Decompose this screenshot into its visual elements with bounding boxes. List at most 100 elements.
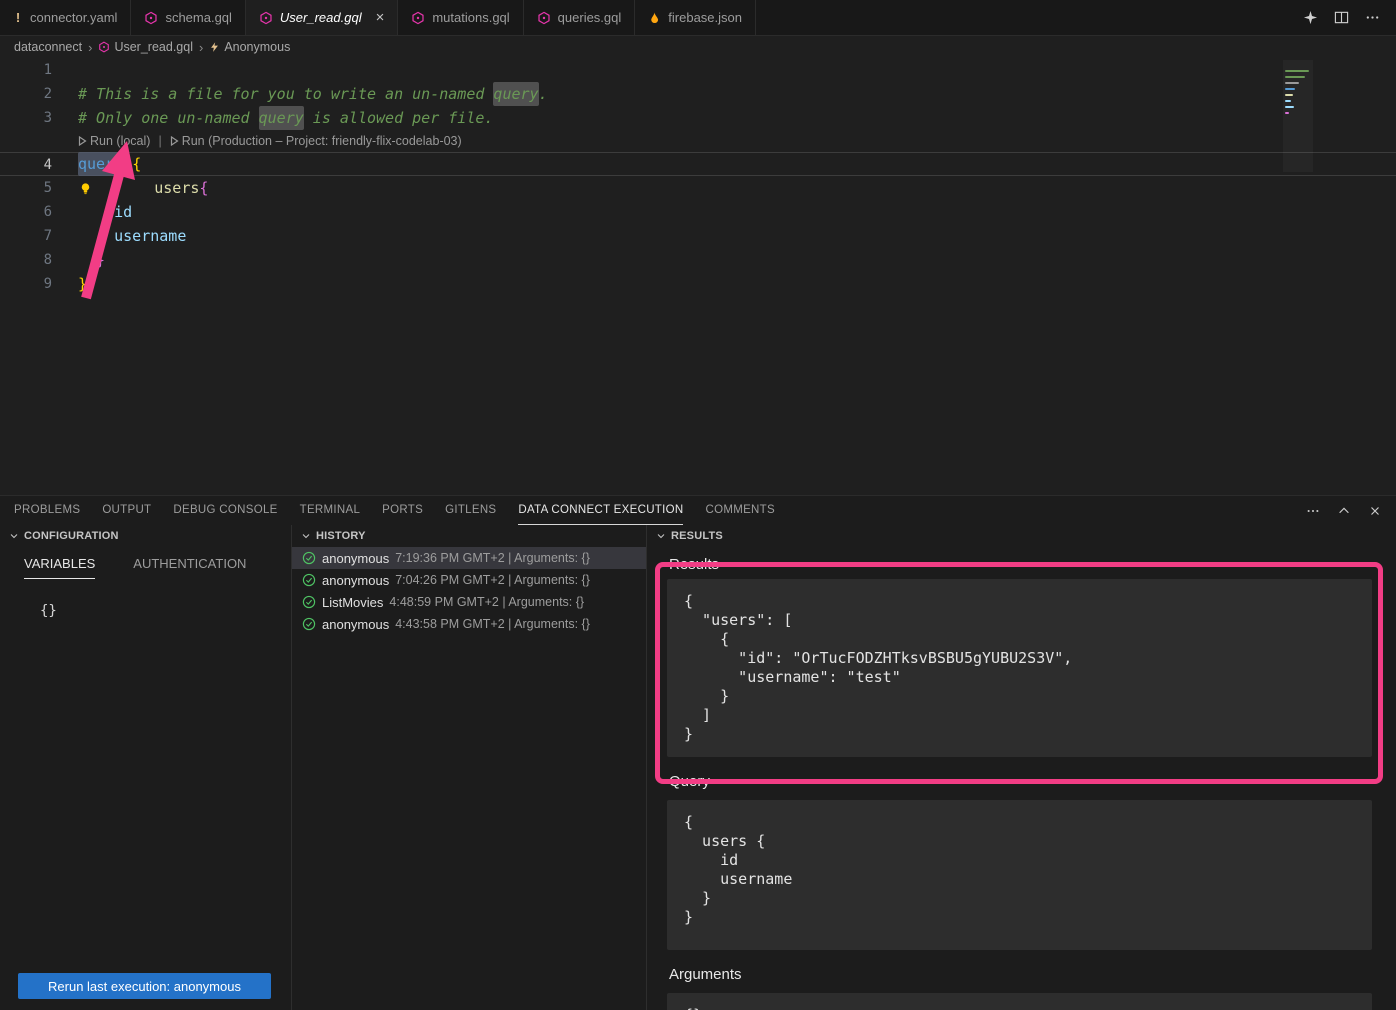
history-item-meta: 7:19:36 PM GMT+2 | Arguments: {} bbox=[395, 551, 590, 565]
tab-label: User_read.gql bbox=[280, 10, 362, 25]
history-item-name: anonymous bbox=[322, 573, 389, 588]
tab-firebase-json[interactable]: firebase.json bbox=[635, 0, 756, 35]
panel-tab-debug-console[interactable]: DEBUG CONSOLE bbox=[173, 496, 277, 525]
tab-variables[interactable]: VARIABLES bbox=[24, 551, 95, 579]
configuration-subtabs: VARIABLES AUTHENTICATION bbox=[0, 551, 291, 579]
history-item[interactable]: anonymous 7:19:36 PM GMT+2 | Arguments: … bbox=[292, 547, 646, 569]
run-icon bbox=[170, 136, 179, 146]
code-editor[interactable]: 1 2 # This is a file for you to write an… bbox=[0, 58, 1396, 495]
line-number: 2 bbox=[0, 82, 52, 106]
comment-text: is allowed per file. bbox=[304, 106, 494, 130]
panel-tab-output[interactable]: OUTPUT bbox=[102, 496, 151, 525]
run-production-label: Run (Production – Project: friendly-flix… bbox=[182, 130, 462, 152]
highlighted-word: query bbox=[259, 106, 304, 130]
configuration-header[interactable]: CONFIGURATION bbox=[0, 525, 291, 547]
chevron-down-icon bbox=[8, 530, 20, 542]
code-line-8: 8 } bbox=[0, 248, 1396, 272]
comment-text: # Only one un-named bbox=[78, 106, 259, 130]
chevron-down-icon bbox=[655, 530, 667, 542]
tab-schema-gql[interactable]: schema.gql bbox=[131, 0, 245, 35]
history-item-name: anonymous bbox=[322, 551, 389, 566]
breadcrumb-symbol-label: Anonymous bbox=[224, 40, 290, 54]
line-number: 3 bbox=[0, 106, 52, 130]
panel-tab-terminal[interactable]: TERMINAL bbox=[300, 496, 361, 525]
arguments-label: Arguments bbox=[669, 966, 1396, 983]
breadcrumb-separator: › bbox=[88, 40, 92, 55]
results-section: RESULTS Results { "users": [ { "id": "Or… bbox=[647, 525, 1396, 1010]
history-item-meta: 4:43:58 PM GMT+2 | Arguments: {} bbox=[395, 617, 590, 631]
panel-tab-data-connect-execution[interactable]: DATA CONNECT EXECUTION bbox=[518, 496, 683, 525]
chevron-down-icon bbox=[300, 530, 312, 542]
codelens: Run (local) | Run (Production – Project:… bbox=[0, 130, 1396, 152]
line-number: 1 bbox=[0, 58, 52, 82]
users-field: users bbox=[154, 176, 199, 200]
username-field: username bbox=[78, 224, 186, 248]
code-line-4: 4 query { bbox=[0, 152, 1396, 176]
tab-user-read-gql[interactable]: User_read.gql × bbox=[246, 0, 398, 35]
breadcrumb-separator: › bbox=[199, 40, 203, 55]
panel-tab-gitlens[interactable]: GITLENS bbox=[445, 496, 496, 525]
configuration-section: CONFIGURATION VARIABLES AUTHENTICATION {… bbox=[0, 525, 292, 1010]
run-production-codelens[interactable]: Run (Production – Project: friendly-flix… bbox=[170, 130, 462, 152]
code-line-1: 1 bbox=[0, 58, 1396, 82]
history-section: HISTORY anonymous 7:19:36 PM GMT+2 | Arg… bbox=[292, 525, 647, 1010]
graphql-file-icon bbox=[144, 11, 158, 25]
query-text: { users { id username } } bbox=[667, 800, 1372, 950]
panel-more-icon[interactable] bbox=[1306, 504, 1320, 518]
line-number: 9 bbox=[0, 272, 52, 296]
firebase-file-icon bbox=[648, 11, 661, 25]
tab-label: mutations.gql bbox=[432, 10, 509, 25]
tab-queries-gql[interactable]: queries.gql bbox=[524, 0, 636, 35]
code-line-9: 9 } bbox=[0, 272, 1396, 296]
breadcrumb: dataconnect › User_read.gql › Anonymous bbox=[0, 36, 1396, 58]
code-line-2: 2 # This is a file for you to write an u… bbox=[0, 82, 1396, 106]
close-tab-icon[interactable]: × bbox=[376, 10, 385, 25]
graphql-file-icon bbox=[537, 11, 551, 25]
breadcrumb-symbol[interactable]: Anonymous bbox=[209, 40, 290, 54]
anonymous-symbol-icon bbox=[209, 41, 220, 53]
tab-strip: ! connector.yaml schema.gql User_read.gq… bbox=[0, 0, 756, 35]
rerun-last-execution-button[interactable]: Rerun last execution: anonymous bbox=[18, 973, 271, 999]
panel-maximize-icon[interactable] bbox=[1337, 504, 1351, 518]
breadcrumb-file[interactable]: User_read.gql bbox=[98, 40, 193, 54]
results-json-output: { "users": [ { "id": "OrTucFODZHTksvBSBU… bbox=[667, 579, 1372, 757]
line-number: 5 bbox=[0, 176, 52, 200]
breadcrumb-dataconnect[interactable]: dataconnect bbox=[14, 40, 82, 54]
copilot-sparkle-icon[interactable] bbox=[1303, 10, 1318, 25]
tab-connector-yaml[interactable]: ! connector.yaml bbox=[0, 0, 131, 35]
open-brace: { bbox=[199, 176, 208, 200]
results-label: Results bbox=[669, 556, 1396, 573]
line-number: 8 bbox=[0, 248, 52, 272]
history-item[interactable]: anonymous 4:43:58 PM GMT+2 | Arguments: … bbox=[292, 613, 646, 635]
more-actions-icon[interactable] bbox=[1365, 10, 1380, 25]
history-header[interactable]: HISTORY bbox=[292, 525, 646, 547]
success-check-icon bbox=[302, 573, 316, 587]
code-line-5: 5 users{ bbox=[0, 176, 1396, 200]
panel-tab-ports[interactable]: PORTS bbox=[382, 496, 423, 525]
panel-actions bbox=[1306, 496, 1396, 525]
tab-mutations-gql[interactable]: mutations.gql bbox=[398, 0, 523, 35]
success-check-icon bbox=[302, 617, 316, 631]
history-item[interactable]: ListMovies 4:48:59 PM GMT+2 | Arguments:… bbox=[292, 591, 646, 613]
history-item-meta: 7:04:26 PM GMT+2 | Arguments: {} bbox=[395, 573, 590, 587]
graphql-file-icon bbox=[259, 11, 273, 25]
panel-close-icon[interactable] bbox=[1368, 504, 1382, 518]
results-header[interactable]: RESULTS bbox=[647, 525, 1396, 547]
minimap[interactable] bbox=[1283, 60, 1313, 172]
highlighted-word: query bbox=[493, 82, 538, 106]
codelens-separator: | bbox=[155, 130, 164, 152]
yaml-file-icon: ! bbox=[13, 10, 23, 25]
history-item[interactable]: anonymous 7:04:26 PM GMT+2 | Arguments: … bbox=[292, 569, 646, 591]
configuration-header-label: CONFIGURATION bbox=[24, 530, 119, 542]
split-editor-icon[interactable] bbox=[1334, 10, 1349, 25]
history-item-name: ListMovies bbox=[322, 595, 383, 610]
panel-tab-problems[interactable]: PROBLEMS bbox=[14, 496, 80, 525]
arguments-text: {} bbox=[667, 993, 1372, 1010]
tab-authentication[interactable]: AUTHENTICATION bbox=[133, 551, 246, 579]
tab-label: connector.yaml bbox=[30, 10, 117, 25]
success-check-icon bbox=[302, 595, 316, 609]
history-header-label: HISTORY bbox=[316, 530, 366, 542]
graphql-file-icon bbox=[411, 11, 425, 25]
panel-tab-comments[interactable]: COMMENTS bbox=[705, 496, 774, 525]
tab-label: firebase.json bbox=[668, 10, 742, 25]
